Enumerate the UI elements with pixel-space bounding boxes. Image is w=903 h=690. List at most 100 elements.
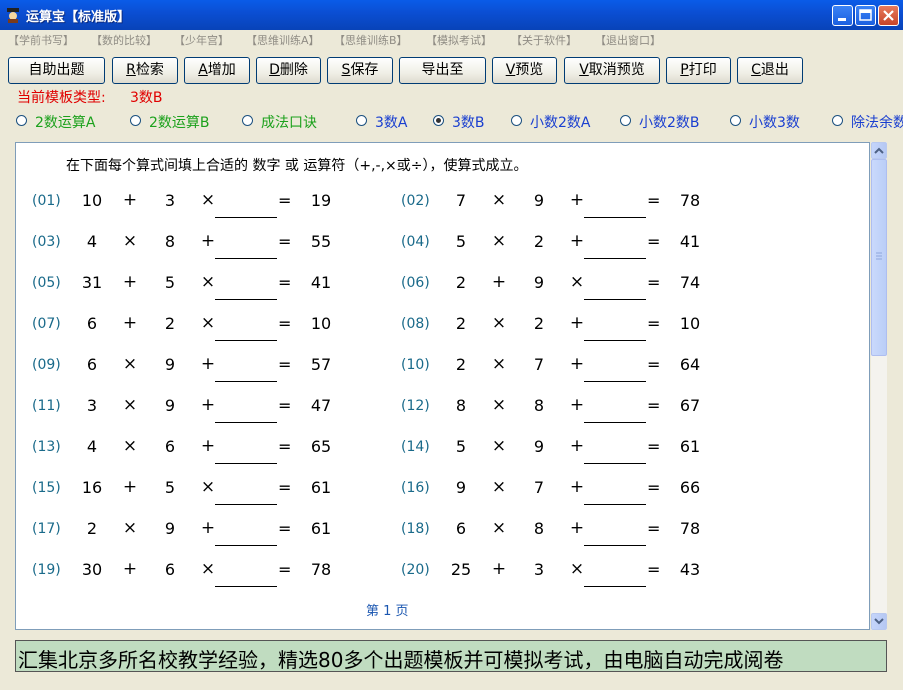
problem-number: (04) <box>401 234 430 250</box>
export-button[interactable]: 导出至 <box>399 57 486 84</box>
operator-2: + <box>569 518 585 538</box>
operator-1: + <box>122 477 138 497</box>
answer-blank <box>215 340 277 341</box>
operand-a: 31 <box>81 273 103 292</box>
page-number: 第 1 页 <box>366 604 409 619</box>
operator-1: × <box>491 313 507 333</box>
problem-number: (07) <box>32 316 61 332</box>
operator-1: × <box>122 231 138 251</box>
answer-blank <box>215 422 277 423</box>
operand-b: 5 <box>164 273 176 292</box>
equals-sign: = <box>647 437 661 456</box>
radio-circle[interactable] <box>511 115 522 126</box>
result-value: 55 <box>310 232 332 251</box>
result-value: 61 <box>310 519 332 538</box>
problem-number: (15) <box>32 480 61 496</box>
radio-circle[interactable] <box>356 115 367 126</box>
answer-blank <box>215 217 277 218</box>
grip-icon <box>876 252 882 260</box>
delete-hotkey: D <box>269 62 280 78</box>
scroll-down-button[interactable] <box>871 613 887 630</box>
print-button[interactable]: P打印 <box>666 57 731 84</box>
scroll-thumb[interactable] <box>871 159 887 356</box>
equals-sign: = <box>647 396 661 415</box>
operator-1: × <box>122 518 138 538</box>
operand-a: 30 <box>81 560 103 579</box>
add-hotkey: A <box>198 62 208 78</box>
menu-mock-exam[interactable]: 【模拟考试】 <box>426 32 492 48</box>
operand-a: 10 <box>81 191 103 210</box>
result-value: 10 <box>310 314 332 333</box>
answer-blank <box>584 381 646 382</box>
answer-blank <box>215 545 277 546</box>
delete-button[interactable]: D删除 <box>256 57 321 84</box>
radio-circle[interactable] <box>130 115 141 126</box>
search-button[interactable]: R检索 <box>112 57 178 84</box>
worksheet-preview: 在下面每个算式间填上合适的 数字 或 运算符（+,-,×或÷），使算式成立。 (… <box>15 142 870 630</box>
equals-sign: = <box>278 191 292 210</box>
menu-bar: 【学前书写】 【数的比较】 【少年宫】 【思维训练A】 【思维训练B】 【模拟考… <box>0 30 903 50</box>
menu-thinking-a[interactable]: 【思维训练A】 <box>246 32 320 48</box>
add-button[interactable]: A增加 <box>184 57 250 84</box>
operator-2: + <box>200 395 216 415</box>
preview-button[interactable]: V预览 <box>492 57 557 84</box>
equals-sign: = <box>647 519 661 538</box>
template-option-label: 小数2数A <box>530 115 591 131</box>
answer-blank <box>584 340 646 341</box>
problem-row: (20) 25 +3 × = 43 <box>385 558 745 588</box>
menu-about[interactable]: 【关于软件】 <box>511 32 577 48</box>
menu-number-compare[interactable]: 【数的比较】 <box>91 32 157 48</box>
operand-b: 3 <box>164 191 176 210</box>
result-value: 78 <box>679 191 701 210</box>
operand-b: 9 <box>164 519 176 538</box>
operand-a: 2 <box>86 519 98 538</box>
auto-generate-button[interactable]: 自助出题 <box>8 57 105 84</box>
problem-number: (01) <box>32 193 61 209</box>
result-value: 43 <box>679 560 701 579</box>
problem-row: (16) 9 × 7 + = 66 <box>385 476 745 506</box>
radio-circle[interactable] <box>16 115 27 126</box>
problem-row: (14) 5 × 9 + = 61 <box>385 435 745 465</box>
radio-circle[interactable] <box>832 115 843 126</box>
operator-2: × <box>569 559 585 579</box>
cancel-preview-label: 取消预览 <box>588 62 645 78</box>
equals-sign: = <box>647 314 661 333</box>
title-bar: 运算宝【标准版】 <box>0 0 903 30</box>
cancel-preview-button[interactable]: V取消预览 <box>564 57 660 84</box>
minimize-button[interactable] <box>832 5 853 26</box>
scroll-up-button[interactable] <box>871 142 887 159</box>
menu-youth-palace[interactable]: 【少年宫】 <box>174 32 229 48</box>
radio-circle[interactable] <box>620 115 631 126</box>
operator-1: × <box>122 395 138 415</box>
operand-b: 2 <box>164 314 176 333</box>
radio-circle[interactable] <box>433 115 444 126</box>
window-title: 运算宝【标准版】 <box>26 10 131 25</box>
operand-b: 9 <box>533 273 545 292</box>
answer-blank <box>584 545 646 546</box>
operator-1: × <box>122 436 138 456</box>
save-button[interactable]: S保存 <box>327 57 393 84</box>
problem-number: (18) <box>401 521 430 537</box>
problem-row: (03) 4 × 8 + = 55 <box>16 230 376 260</box>
menu-thinking-b[interactable]: 【思维训练B】 <box>334 32 408 48</box>
operator-1: + <box>122 272 138 292</box>
close-button[interactable] <box>878 5 899 26</box>
answer-blank <box>584 463 646 464</box>
operator-2: + <box>569 436 585 456</box>
print-hotkey: P <box>680 62 689 78</box>
radio-circle[interactable] <box>242 115 253 126</box>
exit-button[interactable]: C退出 <box>737 57 803 84</box>
radio-circle[interactable] <box>730 115 741 126</box>
template-option-label: 2数运算B <box>149 115 210 131</box>
answer-blank <box>584 299 646 300</box>
operand-a: 4 <box>86 232 98 251</box>
problem-number: (14) <box>401 439 430 455</box>
menu-exit-window[interactable]: 【退出窗口】 <box>595 32 661 48</box>
vertical-scrollbar[interactable] <box>870 142 887 630</box>
operand-b: 9 <box>164 355 176 374</box>
menu-preschool-writing[interactable]: 【学前书写】 <box>8 32 74 48</box>
template-type-value: 3数B <box>130 90 163 106</box>
operator-1: + <box>491 559 507 579</box>
maximize-button[interactable] <box>855 5 876 26</box>
answer-blank <box>215 381 277 382</box>
